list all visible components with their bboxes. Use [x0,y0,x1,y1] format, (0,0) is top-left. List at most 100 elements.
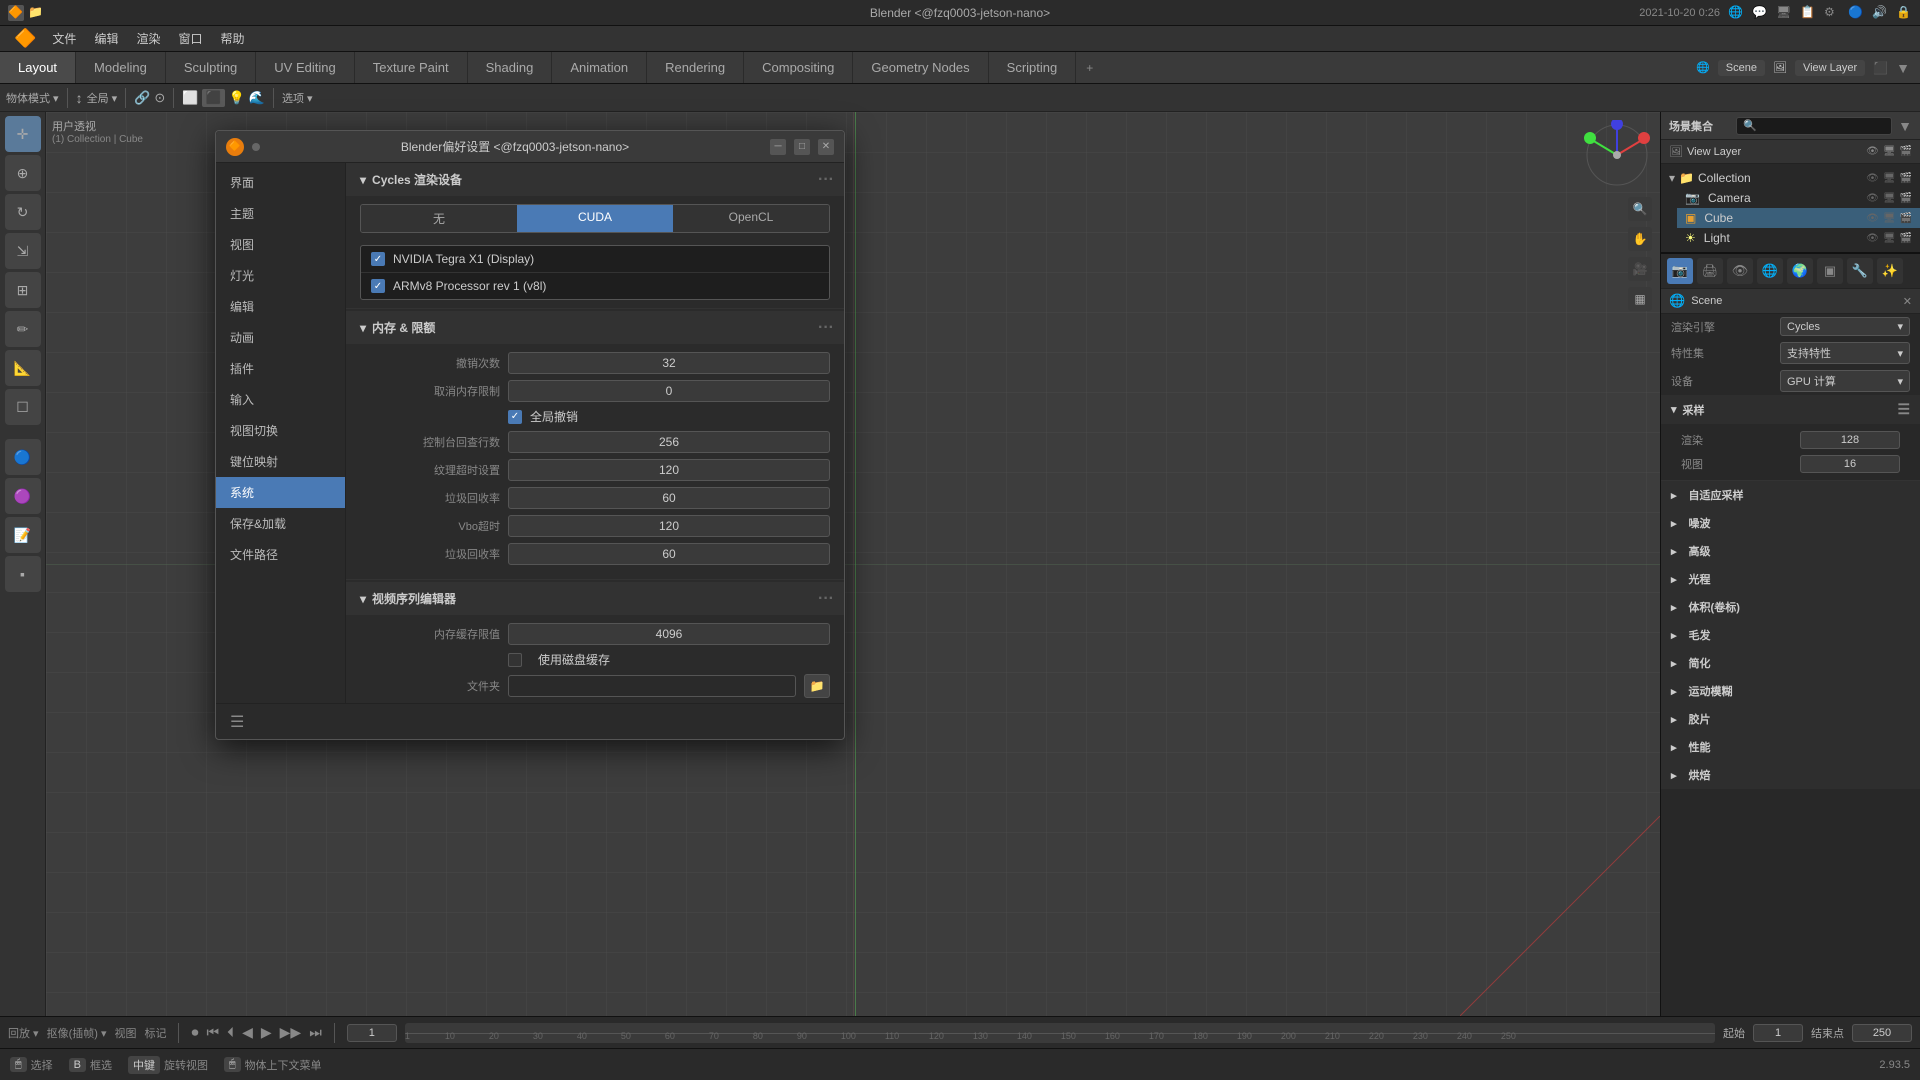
tool-grease[interactable]: 📝 [5,517,41,553]
noise-header[interactable]: ▸ 噪波 [1661,509,1920,537]
vse-dots[interactable]: ··· [818,590,834,608]
scene-name[interactable]: Scene [1718,60,1765,76]
menu-window[interactable]: 窗口 [170,28,210,49]
tab-compositing[interactable]: Compositing [744,52,853,83]
tab-sculpting[interactable]: Sculpting [166,52,256,83]
tab-texture-paint[interactable]: Texture Paint [355,52,468,83]
anim-next-frame[interactable]: ▶▶ [280,1024,302,1041]
nav-addons[interactable]: 插件 [216,353,345,384]
vp-icon-shading2[interactable]: ⬛ [202,89,224,107]
prefs-maximize-btn[interactable]: □ [794,139,810,155]
vp-camera-icon[interactable]: 🎥 [1628,257,1652,281]
render-engine-dropdown[interactable]: Cycles ▾ [1780,317,1910,336]
device-tab-opencl[interactable]: OpenCL [673,205,829,232]
monitor-icon[interactable]: 🖥 [1883,173,1896,184]
vbo-timeout-input[interactable]: 120 [508,515,830,537]
device-tab-cuda[interactable]: CUDA [517,205,673,232]
vse-section-header[interactable]: ▾ 视频序列编辑器 ··· [346,582,844,615]
volume-header[interactable]: ▸ 体积(卷标) [1661,593,1920,621]
menu-help[interactable]: 帮助 [212,28,252,49]
outliner-item-cube[interactable]: ▣ Cube 👁 🖥 🎬 [1677,208,1920,228]
gc-rate-input[interactable]: 60 [508,487,830,509]
tab-rendering[interactable]: Rendering [647,52,744,83]
vp-zoom-icon[interactable]: 🔍 [1628,197,1652,221]
tool-move[interactable]: ⊕ [5,155,41,191]
frame-start-input[interactable]: 1 [1753,1024,1803,1042]
monitor2-icon[interactable]: 🖥 [1883,193,1896,204]
nav-editing[interactable]: 编辑 [216,291,345,322]
device-checkbox-tegra[interactable]: ✓ [371,252,385,266]
timeline-markers[interactable]: 抠像(插帧) ▾ [47,1025,107,1041]
outliner-item-collection[interactable]: ▾ 📁 Collection 👁 🖥 🎬 [1661,168,1920,188]
mem-cache-input[interactable]: 4096 [508,623,830,645]
eye3-icon[interactable]: 👁 [1866,213,1879,224]
nav-navigation[interactable]: 视图切换 [216,415,345,446]
vp-grid-icon[interactable]: ▦ [1628,287,1652,311]
bake-header[interactable]: ▸ 烘焙 [1661,761,1920,789]
undo-steps-input[interactable]: 32 [508,352,830,374]
folder-browse-btn[interactable]: 📁 [804,674,830,698]
feature-set-dropdown[interactable]: 支持特性 ▾ [1780,342,1910,364]
render3-icon[interactable]: 🎬 [1900,213,1912,224]
undo-mem-input[interactable]: 0 [508,380,830,402]
vp-icon-shading4[interactable]: 🌊 [249,90,265,106]
props-icon-object[interactable]: ▣ [1817,258,1843,284]
tab-animation[interactable]: Animation [552,52,647,83]
tool-annotate[interactable]: ✏ [5,311,41,347]
console-lines-input[interactable]: 256 [508,431,830,453]
cycles-section-header[interactable]: ▾ Cycles 渲染设备 ··· [346,163,844,196]
menu-render[interactable]: 渲染 [128,28,168,49]
props-icon-particles[interactable]: ✨ [1877,258,1903,284]
axis-gizmo[interactable]: X Y Z [1582,120,1652,190]
render-samples-value[interactable]: 128 [1800,431,1900,449]
anim-start[interactable]: ⏮ [206,1024,219,1041]
nav-theme[interactable]: 主题 [216,198,345,229]
view-layer-name[interactable]: View Layer [1795,60,1865,76]
monitor3-icon[interactable]: 🖥 [1883,213,1896,224]
tab-geometry-nodes[interactable]: Geometry Nodes [853,52,988,83]
view-layer-options[interactable]: ⬛ [1873,61,1888,75]
vp-global[interactable]: 全局 ▾ [87,90,118,106]
anim-prev[interactable]: ⏴ [227,1024,234,1041]
eye-icon[interactable]: 👁 [1866,173,1879,184]
outliner-eye-icon[interactable]: 👁 [1866,146,1879,157]
render4-icon[interactable]: 🎬 [1900,233,1912,244]
adaptive-sampling-header[interactable]: ▸ 自适应采样 [1661,481,1920,509]
outliner-filter[interactable]: ▼ [1898,118,1912,134]
global-undo-checkbox[interactable]: ✓ [508,410,522,424]
frame-end-input[interactable]: 250 [1852,1024,1912,1042]
menu-file[interactable]: 文件 [44,28,84,49]
eye4-icon[interactable]: 👁 [1866,233,1879,244]
tool-more[interactable]: ▪ [5,556,41,592]
cycles-dots[interactable]: ··· [818,171,834,189]
tab-add[interactable]: + [1076,52,1103,83]
mem-dots[interactable]: ··· [818,319,834,337]
outliner-search[interactable] [1736,117,1892,135]
props-icon-world[interactable]: 🌍 [1787,258,1813,284]
prefs-minimize-btn[interactable]: ─ [770,139,786,155]
render-icon[interactable]: 🎬 [1900,173,1912,184]
anim-record[interactable]: ⏺ [191,1024,198,1041]
filter-icon[interactable]: ▼ [1896,60,1910,76]
tab-shading[interactable]: Shading [468,52,553,83]
prefs-close-btn[interactable]: ✕ [818,139,834,155]
props-icon-view[interactable]: 👁 [1727,258,1753,284]
nav-filepaths[interactable]: 文件路径 [216,539,345,570]
prefs-hamburger[interactable]: ☰ [230,712,244,732]
anim-play[interactable]: ▶ [261,1024,272,1041]
nav-system[interactable]: 系统 [216,477,345,508]
timeline-view[interactable]: 视图 [114,1025,136,1041]
vp-icon-shading3[interactable]: 💡 [229,90,245,106]
nav-keymap[interactable]: 键位映射 [216,446,345,477]
outliner-render-icon[interactable]: 🎬 [1900,146,1912,157]
lightpath-header[interactable]: ▸ 光程 [1661,565,1920,593]
eye2-icon[interactable]: 👁 [1866,193,1879,204]
vp-icon-1[interactable]: ↕ [76,90,83,106]
advanced-header[interactable]: ▸ 高级 [1661,537,1920,565]
tool-scale[interactable]: ⇲ [5,233,41,269]
gc-rate2-input[interactable]: 60 [508,543,830,565]
menu-blender[interactable]: 🔶 [8,28,42,49]
nav-interface[interactable]: 界面 [216,167,345,198]
tool-rotate[interactable]: ↻ [5,194,41,230]
nav-input[interactable]: 输入 [216,384,345,415]
